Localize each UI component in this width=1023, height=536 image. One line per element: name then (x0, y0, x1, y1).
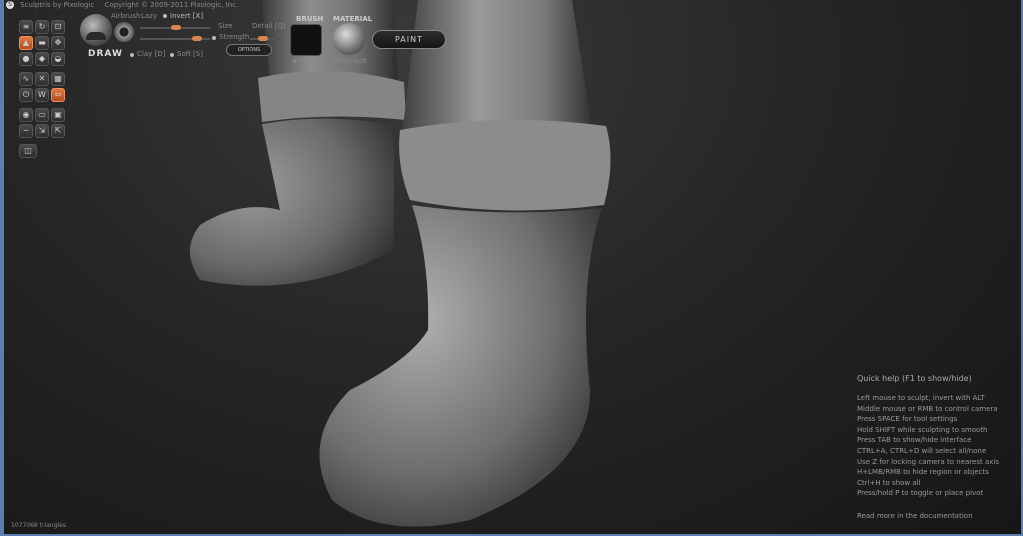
quick-help-panel: Quick help (F1 to show/hide) Left mouse … (857, 374, 1023, 522)
lazy-dial[interactable] (114, 22, 134, 42)
help-line: Left mouse to sculpt, invert with ALT (857, 394, 985, 402)
help-line: H+LMB/RMB to hide region or objects (857, 468, 989, 477)
help-line: Press SPACE for tool settings (857, 415, 958, 424)
lazy-label[interactable]: Lazy (141, 12, 157, 20)
strength-radio[interactable] (212, 36, 216, 40)
material-preview-ball[interactable] (333, 23, 365, 55)
title-bar: S Sculptris by Pixologic Copyright © 200… (4, 0, 1021, 10)
crease-tool-icon[interactable]: ≡ (19, 20, 33, 34)
scale-tool-icon[interactable]: ⊡ (51, 20, 65, 34)
strength-label: Strength (219, 33, 250, 41)
quick-help-title: Quick help (F1 to show/hide) (857, 374, 972, 383)
help-line: Press/hold P to toggle or place pivot (857, 489, 984, 498)
tool-group-file: ◉ ▭ ▣ ─ ⇲ ⇱ (19, 108, 67, 138)
triangle-count: 1077068 triangles (11, 522, 66, 529)
save-file-icon[interactable]: ─ (19, 124, 33, 138)
strength-slider-knob[interactable] (192, 36, 202, 41)
import-icon[interactable]: ⇲ (35, 124, 49, 138)
back-leg-cuff (258, 70, 406, 122)
export-icon[interactable]: ⇱ (51, 124, 65, 138)
sculptris-logo-icon: S (6, 1, 14, 9)
help-line: Ctrl+H to show all (857, 478, 921, 487)
help-line: Middle mouse or RMB to control camera (857, 404, 998, 413)
detail-slider-knob[interactable] (258, 36, 268, 41)
mirror-icon[interactable]: ⇔ (51, 88, 65, 102)
front-leg-cuff (399, 119, 611, 211)
move-tool-icon[interactable]: ✥ (51, 36, 65, 50)
options-button[interactable]: OPTIONS (226, 44, 272, 56)
window-frame-left (0, 0, 4, 536)
documentation-link[interactable]: Read more in the documentation (857, 511, 1023, 522)
draw-tool-icon[interactable]: ▲ (19, 36, 33, 50)
invert-radio[interactable] (163, 14, 167, 18)
draw-mode-label: DRAW (88, 49, 123, 59)
mask-tool-icon[interactable]: ✕ (35, 72, 49, 86)
paint-button[interactable]: PAINT (372, 30, 446, 49)
detail-label: Detail [Q] (252, 22, 286, 30)
sculpt-viewport[interactable]: S Sculptris by Pixologic Copyright © 200… (0, 0, 1023, 536)
inflate-tool-icon[interactable]: ● (19, 52, 33, 66)
app-title: Sculptris by Pixologic (20, 1, 95, 9)
new-sphere-icon[interactable]: ◉ (19, 108, 33, 122)
smooth-tool-icon[interactable]: ∿ (19, 72, 33, 86)
clay-radio[interactable] (130, 53, 134, 57)
tool-group-sculpt: ≡ ↻ ⊡ ▲ ▬ ✥ ● ◆ ◒ (19, 20, 67, 66)
help-line: Hold SHIFT while sculpting to smooth (857, 425, 988, 434)
pinch-tool-icon[interactable]: ◆ (35, 52, 49, 66)
brush-header: BRUSH (296, 15, 324, 23)
reduce-tool-icon[interactable]: ▦ (51, 72, 65, 86)
brush-preview-ball[interactable] (80, 14, 112, 46)
help-line: Press TAB to show/hide interface (857, 436, 972, 445)
help-line: Use Z for locking camera to nearest axis (857, 457, 999, 466)
back-leg-foot (190, 118, 394, 286)
tool-group-modes: ∿ ✕ ▦ ⏻ W ⇔ (19, 72, 67, 102)
material-header: MATERIAL (333, 15, 373, 23)
soft-label[interactable]: Soft [S] (177, 50, 203, 58)
symmetry-icon[interactable]: ⏻ (19, 88, 33, 102)
help-line: CTRL+A, CTRL+D will select all/none (857, 446, 987, 455)
wireframe-icon[interactable]: W (35, 88, 49, 102)
soft-radio[interactable] (170, 53, 174, 57)
copyright-text: Copyright © 2009-2011 Pixologic, Inc. (104, 1, 239, 9)
open-file-icon[interactable]: ▣ (51, 108, 65, 122)
tool-group-misc: ◫ (19, 144, 67, 158)
screenshot-icon[interactable]: ◫ (19, 144, 37, 158)
size-label: Size (218, 22, 233, 30)
front-leg-upper (402, 0, 592, 135)
enable-label[interactable]: Enable (299, 57, 319, 64)
grab-tool-icon[interactable]: ◒ (51, 52, 65, 66)
rotate-tool-icon[interactable]: ↻ (35, 20, 49, 34)
tool-palette: ≡ ↻ ⊡ ▲ ▬ ✥ ● ◆ ◒ ∿ ✕ ▦ ⏻ W ⇔ ◉ ▭ ▣ ─ ⇲ … (19, 20, 67, 164)
flatten-tool-icon[interactable]: ▬ (35, 36, 49, 50)
brush-alpha-preview[interactable] (290, 24, 322, 56)
airbrush-label[interactable]: Airbrush (111, 12, 140, 20)
new-plane-icon[interactable]: ▭ (35, 108, 49, 122)
size-slider-knob[interactable] (171, 25, 181, 30)
enable-radio[interactable] (293, 59, 297, 63)
material-name: 00default (333, 57, 367, 65)
invert-label[interactable]: Invert [X] (170, 12, 203, 20)
clay-label[interactable]: Clay [D] (137, 50, 165, 58)
